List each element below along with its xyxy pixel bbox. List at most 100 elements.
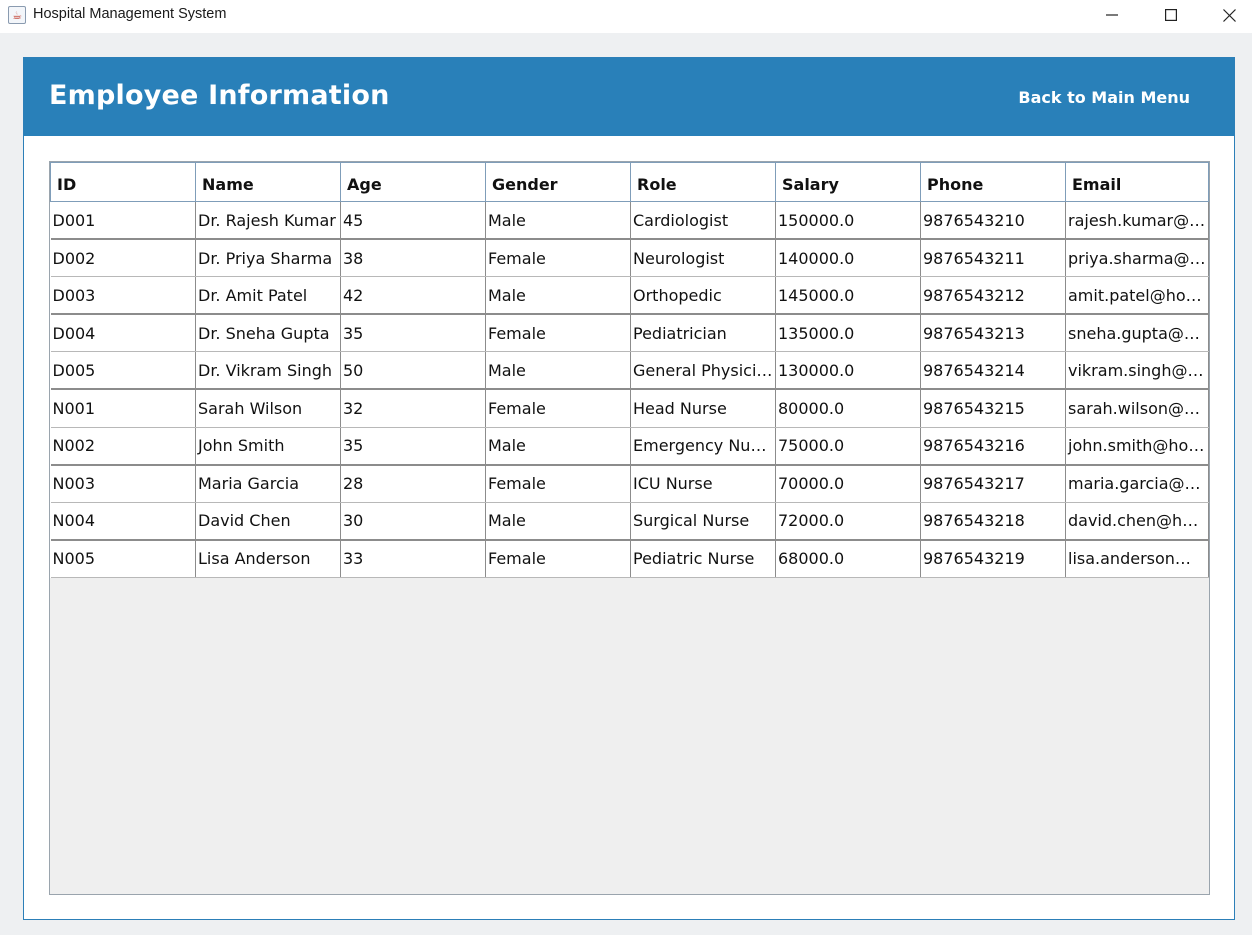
cell-name[interactable]: Dr. Amit Patel [195, 276, 341, 316]
cell-email[interactable]: david.chen@ho… [1065, 502, 1209, 541]
cell-name[interactable]: Dr. Sneha Gupta [195, 314, 341, 353]
cell-age[interactable]: 35 [340, 427, 486, 466]
minimize-button[interactable] [1083, 0, 1141, 30]
cell-gender[interactable]: Female [485, 464, 631, 503]
table-row[interactable]: N003 Maria Garcia 28 Female ICU Nurse 70000.0… [50, 464, 1209, 503]
column-header-gender[interactable]: Gender [485, 162, 631, 202]
column-header-salary[interactable]: Salary [775, 162, 921, 202]
cell-gender[interactable]: Female [485, 389, 631, 428]
table-row[interactable]: D003 Dr. Amit Patel 42 Male Orthopedic 145000… [50, 276, 1209, 316]
column-header-role[interactable]: Role [630, 162, 776, 202]
cell-phone[interactable]: 9876543211 [920, 239, 1066, 278]
cell-salary[interactable]: 75000.0 [775, 427, 921, 466]
cell-role[interactable]: Cardiologist [630, 201, 776, 241]
table-row[interactable]: D004 Dr. Sneha Gupta 35 Female Pediatrician 1… [50, 314, 1209, 353]
cell-age[interactable]: 35 [340, 314, 486, 353]
column-header-email[interactable]: Email [1065, 162, 1209, 202]
cell-id[interactable]: N001 [50, 389, 196, 428]
cell-name[interactable]: Dr. Rajesh Kumar [195, 201, 341, 241]
cell-phone[interactable]: 9876543215 [920, 389, 1066, 428]
cell-gender[interactable]: Male [485, 351, 631, 391]
cell-gender[interactable]: Male [485, 201, 631, 241]
cell-age[interactable]: 32 [340, 389, 486, 428]
cell-age[interactable]: 45 [340, 201, 486, 241]
cell-id[interactable]: N004 [50, 502, 196, 541]
cell-id[interactable]: D005 [50, 351, 196, 391]
cell-phone[interactable]: 9876543219 [920, 539, 1066, 578]
cell-gender[interactable]: Female [485, 314, 631, 353]
column-header-name[interactable]: Name [195, 162, 341, 202]
cell-salary[interactable]: 68000.0 [775, 539, 921, 578]
cell-role[interactable]: ICU Nurse [630, 464, 776, 503]
cell-id[interactable]: N002 [50, 427, 196, 466]
cell-role[interactable]: Surgical Nurse [630, 502, 776, 541]
cell-name[interactable]: David Chen [195, 502, 341, 541]
cell-email[interactable]: rajesh.kumar@h… [1065, 201, 1209, 241]
cell-phone[interactable]: 9876543217 [920, 464, 1066, 503]
cell-phone[interactable]: 9876543210 [920, 201, 1066, 241]
cell-age[interactable]: 50 [340, 351, 486, 391]
cell-salary[interactable]: 130000.0 [775, 351, 921, 391]
cell-gender[interactable]: Female [485, 239, 631, 278]
maximize-button[interactable] [1142, 0, 1200, 30]
close-button[interactable] [1200, 0, 1252, 30]
cell-id[interactable]: N005 [50, 539, 196, 578]
employee-table[interactable]: ID Name Age Gender Role Salary Phone Email D001… [50, 162, 1209, 578]
cell-name[interactable]: Maria Garcia [195, 464, 341, 503]
cell-id[interactable]: D001 [50, 201, 196, 241]
cell-email[interactable]: lisa.anderson@… [1065, 539, 1209, 578]
cell-role[interactable]: Pediatrician [630, 314, 776, 353]
cell-age[interactable]: 28 [340, 464, 486, 503]
table-row[interactable]: D001 Dr. Rajesh Kumar 45 Male Cardiologist 15… [50, 201, 1209, 241]
cell-phone[interactable]: 9876543218 [920, 502, 1066, 541]
cell-salary[interactable]: 145000.0 [775, 276, 921, 316]
cell-name[interactable]: Dr. Priya Sharma [195, 239, 341, 278]
cell-role[interactable]: Neurologist [630, 239, 776, 278]
table-row[interactable]: N004 David Chen 30 Male Surgical Nurse 72000.… [50, 502, 1209, 541]
table-scroll-pane[interactable]: ID Name Age Gender Role Salary Phone Email D001… [49, 161, 1210, 895]
cell-age[interactable]: 38 [340, 239, 486, 278]
cell-email[interactable]: john.smith@ho… [1065, 427, 1209, 466]
column-header-id[interactable]: ID [50, 162, 196, 202]
table-row[interactable]: N001 Sarah Wilson 32 Female Head Nurse 80000.… [50, 389, 1209, 428]
cell-id[interactable]: D003 [50, 276, 196, 316]
cell-phone[interactable]: 9876543213 [920, 314, 1066, 353]
cell-age[interactable]: 42 [340, 276, 486, 316]
cell-name[interactable]: John Smith [195, 427, 341, 466]
cell-role[interactable]: Emergency Nurse [630, 427, 776, 466]
cell-salary[interactable]: 72000.0 [775, 502, 921, 541]
cell-gender[interactable]: Male [485, 276, 631, 316]
cell-id[interactable]: N003 [50, 464, 196, 503]
cell-role[interactable]: Pediatric Nurse [630, 539, 776, 578]
cell-age[interactable]: 30 [340, 502, 486, 541]
cell-phone[interactable]: 9876543216 [920, 427, 1066, 466]
cell-age[interactable]: 33 [340, 539, 486, 578]
column-header-age[interactable]: Age [340, 162, 486, 202]
table-row[interactable]: D005 Dr. Vikram Singh 50 Male General Physic… [50, 351, 1209, 391]
cell-gender[interactable]: Male [485, 502, 631, 541]
cell-id[interactable]: D004 [50, 314, 196, 353]
cell-salary[interactable]: 135000.0 [775, 314, 921, 353]
cell-salary[interactable]: 150000.0 [775, 201, 921, 241]
cell-name[interactable]: Sarah Wilson [195, 389, 341, 428]
cell-name[interactable]: Dr. Vikram Singh [195, 351, 341, 391]
cell-role[interactable]: General Physician [630, 351, 776, 391]
table-row[interactable]: N002 John Smith 35 Male Emergency Nurse 75000… [50, 427, 1209, 466]
cell-phone[interactable]: 9876543212 [920, 276, 1066, 316]
cell-gender[interactable]: Male [485, 427, 631, 466]
cell-phone[interactable]: 9876543214 [920, 351, 1066, 391]
cell-email[interactable]: amit.patel@hos… [1065, 276, 1209, 316]
cell-email[interactable]: priya.sharma@h… [1065, 239, 1209, 278]
column-header-phone[interactable]: Phone [920, 162, 1066, 202]
cell-id[interactable]: D002 [50, 239, 196, 278]
cell-role[interactable]: Head Nurse [630, 389, 776, 428]
cell-role[interactable]: Orthopedic [630, 276, 776, 316]
cell-salary[interactable]: 70000.0 [775, 464, 921, 503]
cell-salary[interactable]: 80000.0 [775, 389, 921, 428]
cell-email[interactable]: vikram.singh@h… [1065, 351, 1209, 391]
cell-email[interactable]: sneha.gupta@h… [1065, 314, 1209, 353]
cell-email[interactable]: maria.garcia@h… [1065, 464, 1209, 503]
table-row[interactable]: N005 Lisa Anderson 33 Female Pediatric Nurse… [50, 539, 1209, 578]
cell-name[interactable]: Lisa Anderson [195, 539, 341, 578]
back-to-main-menu-button[interactable]: Back to Main Menu [1018, 88, 1190, 107]
